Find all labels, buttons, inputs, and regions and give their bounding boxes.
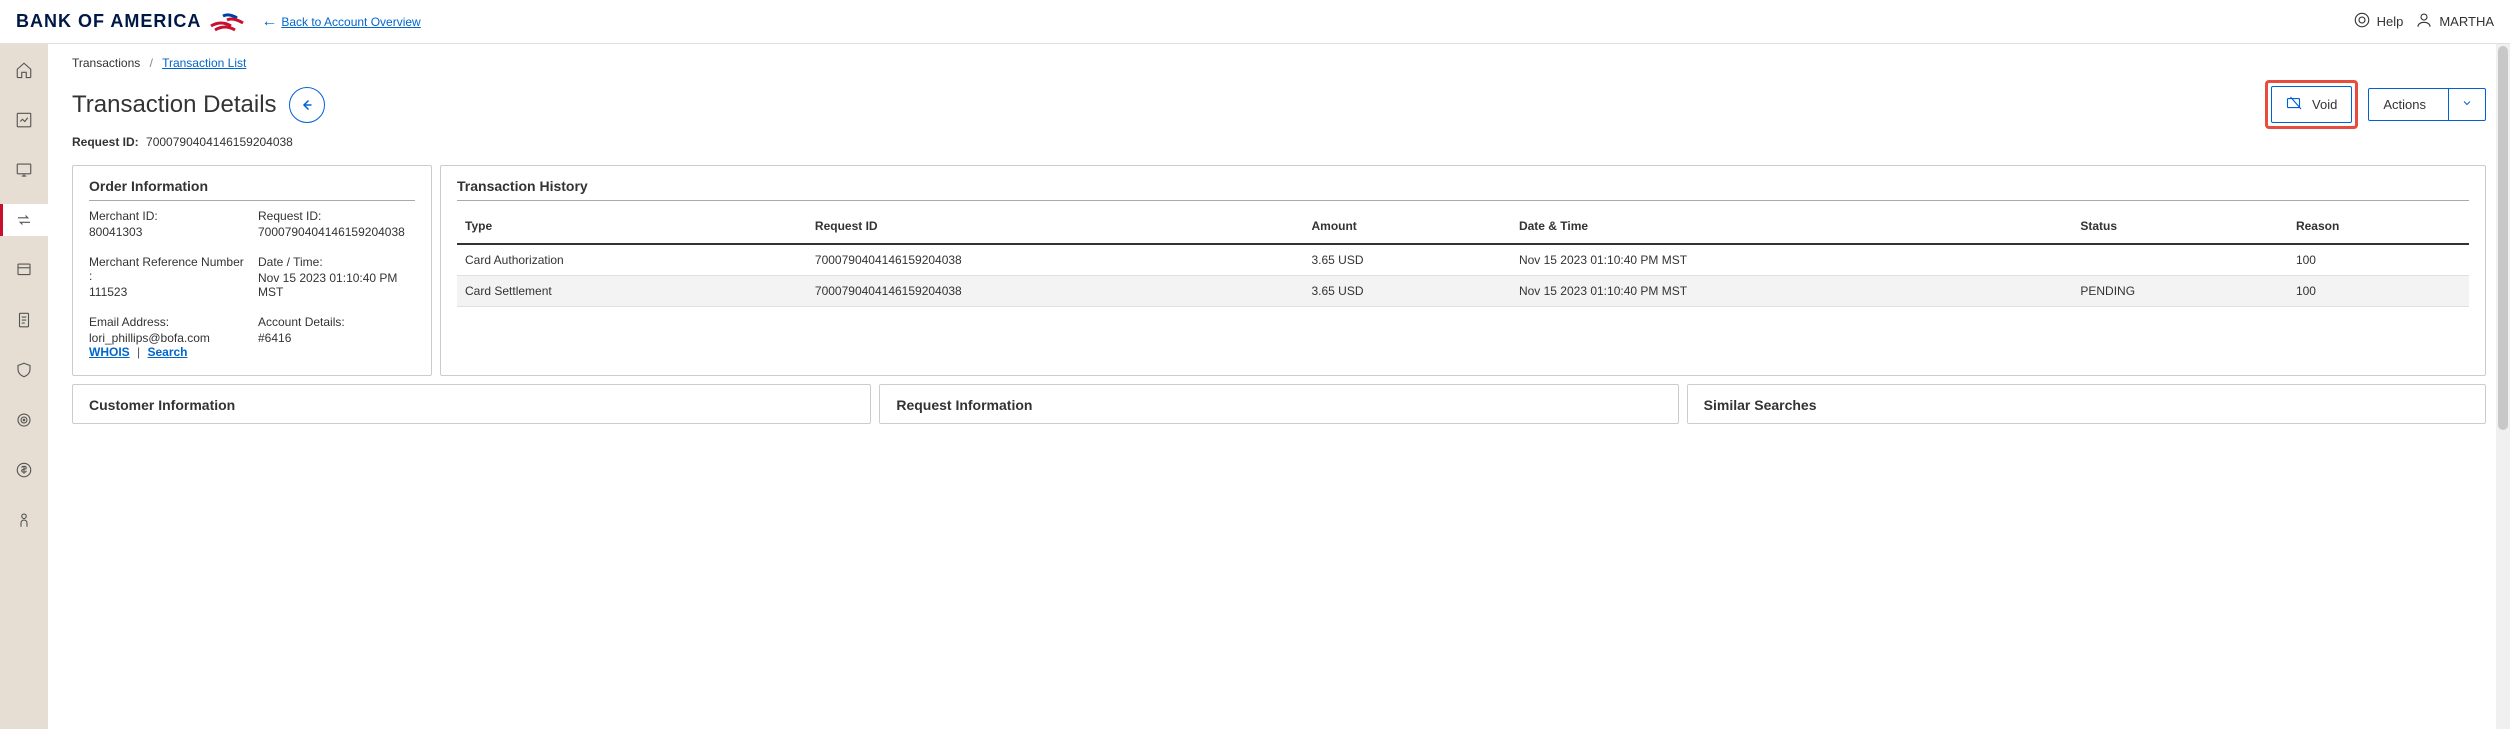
request-id-row: Request ID: 7000790404146159204038 bbox=[72, 135, 2486, 149]
user-menu[interactable]: MARTHA bbox=[2415, 11, 2494, 32]
sidebar-item-terminal[interactable] bbox=[0, 154, 48, 186]
table-row[interactable]: Card Settlement70007904041461592040383.6… bbox=[457, 276, 2469, 307]
void-highlight: Void bbox=[2265, 80, 2358, 129]
similar-searches-card: Similar Searches bbox=[1687, 384, 2486, 424]
order-information-card: Order Information Merchant ID: 80041303 … bbox=[72, 165, 432, 376]
actions-label: Actions bbox=[2369, 89, 2440, 120]
customer-info-title: Customer Information bbox=[89, 397, 854, 419]
table-cell: 7000790404146159204038 bbox=[807, 276, 1304, 307]
sidebar-item-security[interactable] bbox=[0, 354, 48, 386]
back-to-overview-link[interactable]: ← Back to Account Overview bbox=[261, 13, 420, 31]
sidebar-item-device[interactable] bbox=[0, 254, 48, 286]
table-cell: Card Authorization bbox=[457, 244, 807, 276]
actions-dropdown[interactable]: Actions bbox=[2368, 88, 2486, 121]
email-item: Email Address: lori_phillips@bofa.com WH… bbox=[89, 315, 246, 359]
table-cell: 100 bbox=[2288, 276, 2469, 307]
sidebar-item-document[interactable] bbox=[0, 304, 48, 336]
help-label: Help bbox=[2377, 14, 2404, 29]
title-actions: Void Actions bbox=[2265, 80, 2486, 129]
logo: BANK OF AMERICA bbox=[16, 10, 249, 34]
table-cell: 7000790404146159204038 bbox=[807, 244, 1304, 276]
transaction-history-card: Transaction History Type Request ID Amou… bbox=[440, 165, 2486, 376]
order-info-title: Order Information bbox=[89, 178, 415, 201]
table-cell bbox=[2072, 244, 2288, 276]
app-header: BANK OF AMERICA ← Back to Account Overvi… bbox=[0, 0, 2510, 44]
void-button[interactable]: Void bbox=[2271, 86, 2352, 123]
back-link-text[interactable]: Back to Account Overview bbox=[281, 15, 420, 29]
main-content: Transactions / Transaction List Transact… bbox=[48, 44, 2510, 729]
arrow-left-icon: ← bbox=[261, 13, 277, 31]
col-date-time: Date & Time bbox=[1511, 209, 2072, 244]
void-icon bbox=[2286, 95, 2304, 114]
breadcrumb: Transactions / Transaction List bbox=[72, 56, 2486, 70]
similar-searches-title: Similar Searches bbox=[1704, 397, 2469, 419]
table-cell: 3.65 USD bbox=[1303, 276, 1510, 307]
sidebar-item-billing[interactable] bbox=[0, 454, 48, 486]
title-row: Transaction Details Void Actions bbox=[72, 80, 2486, 129]
table-cell: PENDING bbox=[2072, 276, 2288, 307]
table-cell: 100 bbox=[2288, 244, 2469, 276]
request-id-value: 7000790404146159204038 bbox=[146, 135, 293, 149]
help-link[interactable]: Help bbox=[2353, 11, 2404, 32]
history-title: Transaction History bbox=[457, 178, 2469, 201]
sidebar-item-target[interactable] bbox=[0, 404, 48, 436]
order-request-id-item: Request ID: 7000790404146159204038 bbox=[258, 209, 415, 239]
merchant-ref-item: Merchant Reference Number : 111523 bbox=[89, 255, 246, 299]
sidebar-item-account[interactable] bbox=[0, 504, 48, 536]
sidebar-item-transactions[interactable] bbox=[0, 204, 48, 236]
breadcrumb-current[interactable]: Transaction List bbox=[162, 56, 246, 70]
chevron-down-icon bbox=[2448, 89, 2485, 120]
col-request-id: Request ID bbox=[807, 209, 1304, 244]
void-label: Void bbox=[2312, 97, 2337, 112]
account-details-item: Account Details: #6416 bbox=[258, 315, 415, 359]
col-amount: Amount bbox=[1303, 209, 1510, 244]
logo-flag-icon bbox=[209, 10, 249, 34]
whois-link[interactable]: WHOIS bbox=[89, 345, 130, 359]
col-reason: Reason bbox=[2288, 209, 2469, 244]
merchant-id-item: Merchant ID: 80041303 bbox=[89, 209, 246, 239]
sidebar-item-analytics[interactable] bbox=[0, 104, 48, 136]
table-cell: Nov 15 2023 01:10:40 PM MST bbox=[1511, 276, 2072, 307]
back-button[interactable] bbox=[289, 87, 325, 123]
table-cell: 3.65 USD bbox=[1303, 244, 1510, 276]
table-row[interactable]: Card Authorization7000790404146159204038… bbox=[457, 244, 2469, 276]
page-title: Transaction Details bbox=[72, 91, 277, 119]
scrollbar-thumb[interactable] bbox=[2498, 46, 2508, 430]
history-table: Type Request ID Amount Date & Time Statu… bbox=[457, 209, 2469, 307]
user-name: MARTHA bbox=[2439, 14, 2494, 29]
request-info-title: Request Information bbox=[896, 397, 1661, 419]
search-link[interactable]: Search bbox=[147, 345, 187, 359]
table-cell: Nov 15 2023 01:10:40 PM MST bbox=[1511, 244, 2072, 276]
date-time-item: Date / Time: Nov 15 2023 01:10:40 PM MST bbox=[258, 255, 415, 299]
header-right: Help MARTHA bbox=[2353, 11, 2494, 32]
sidebar bbox=[0, 44, 48, 729]
sidebar-item-home[interactable] bbox=[0, 54, 48, 86]
user-icon bbox=[2415, 11, 2433, 32]
table-cell: Card Settlement bbox=[457, 276, 807, 307]
breadcrumb-root: Transactions bbox=[72, 56, 140, 70]
col-status: Status bbox=[2072, 209, 2288, 244]
request-information-card: Request Information bbox=[879, 384, 1678, 424]
customer-information-card: Customer Information bbox=[72, 384, 871, 424]
help-icon bbox=[2353, 11, 2371, 32]
logo-text: BANK OF AMERICA bbox=[16, 11, 201, 32]
breadcrumb-separator: / bbox=[150, 56, 153, 70]
scrollbar[interactable] bbox=[2496, 44, 2510, 729]
col-type: Type bbox=[457, 209, 807, 244]
request-id-label: Request ID: bbox=[72, 135, 139, 149]
